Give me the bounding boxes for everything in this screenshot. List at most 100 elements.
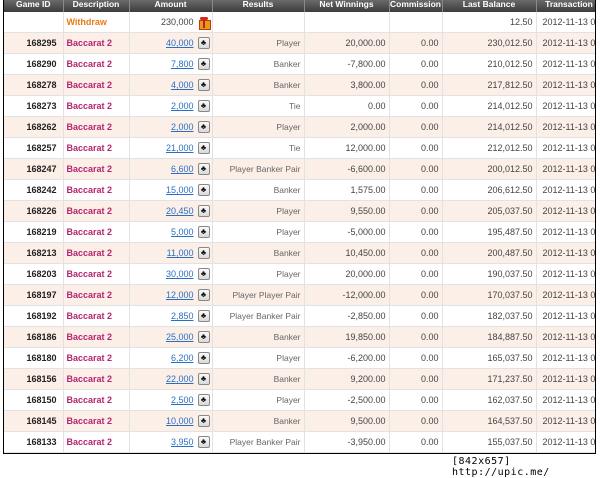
game-id	[4, 12, 64, 33]
amount-link[interactable]: 2,000	[171, 122, 194, 132]
amount-link[interactable]: 5,000	[171, 227, 194, 237]
club-icon[interactable]: ♣	[197, 331, 210, 343]
commission: 0.00	[389, 74, 443, 96]
description: Baccarat 2	[63, 116, 130, 138]
club-icon[interactable]: ♣	[197, 226, 210, 238]
amount-link[interactable]: 20,450	[166, 206, 194, 216]
game-id: 168203	[4, 263, 64, 285]
table-row: Withdraw 230,000 12.502012-11-13 01:58:1	[4, 12, 595, 33]
game-id: 168219	[4, 221, 64, 243]
result: Banker	[212, 53, 305, 75]
amount-link[interactable]: 22,000	[166, 374, 194, 384]
club-icon[interactable]: ♣	[197, 100, 210, 112]
club-icon[interactable]: ♣	[197, 121, 210, 133]
club-icon[interactable]: ♣	[197, 205, 210, 217]
amount-cell: 20,450 ♣	[129, 200, 213, 222]
amount-link[interactable]: 30,000	[166, 269, 194, 279]
net-winnings: -6,200.00	[304, 347, 390, 369]
game-id: 168273	[4, 95, 64, 117]
net-winnings: 12,000.00	[304, 137, 390, 159]
club-icon[interactable]: ♣	[197, 79, 210, 91]
game-id: 168156	[4, 368, 64, 390]
col-last-balance[interactable]: Last Balance	[442, 0, 537, 12]
net-winnings: 9,200.00	[304, 368, 390, 390]
table-row: 168213 Baccarat 2 11,000 ♣ Banker 10,450.00 0.…	[4, 242, 595, 264]
amount-link[interactable]: 25,000	[166, 332, 194, 342]
last-balance: 165,037.50	[442, 347, 537, 369]
amount-link[interactable]: 2,500	[171, 395, 194, 405]
club-icon[interactable]: ♣	[197, 163, 210, 175]
amount-link[interactable]: 11,000	[167, 248, 194, 258]
transaction-time: 2012-11-13 01:03:3	[536, 410, 595, 432]
club-icon[interactable]: ♣	[197, 373, 210, 385]
table-row: 168219 Baccarat 2 5,000 ♣ Player -5,000.00 0.0…	[4, 221, 595, 243]
amount-link[interactable]: 12,000	[166, 290, 194, 300]
transaction-time: 2012-11-13 01:35:2	[536, 74, 595, 96]
amount-cell: 2,500 ♣	[129, 389, 213, 411]
last-balance: 214,012.50	[442, 95, 537, 117]
description: Baccarat 2	[63, 221, 130, 243]
amount-link[interactable]: 21,000	[166, 143, 194, 153]
description: Baccarat 2	[63, 137, 130, 159]
amount-link[interactable]: 2,000	[171, 101, 194, 111]
table-row: 168247 Baccarat 2 6,600 ♣ Player Banker Pair…	[4, 158, 595, 180]
col-description[interactable]: Description	[63, 0, 130, 12]
club-icon[interactable]: ♣	[197, 58, 210, 70]
club-icon[interactable]: ♣	[197, 310, 210, 322]
result: Player	[212, 389, 305, 411]
col-commission[interactable]: Commission	[389, 0, 443, 12]
amount-cell: 15,000 ♣	[129, 179, 213, 201]
amount-link[interactable]: 3,950	[171, 437, 194, 447]
amount-link[interactable]: 15,000	[166, 185, 194, 195]
table-row: 168242 Baccarat 2 15,000 ♣ Banker 1,575.00 0.0…	[4, 179, 595, 201]
club-icon[interactable]: ♣	[197, 37, 210, 49]
result: Banker	[212, 74, 305, 96]
net-winnings: -6,600.00	[304, 158, 390, 180]
last-balance: 164,537.50	[442, 410, 537, 432]
club-icon[interactable]: ♣	[197, 184, 210, 196]
amount-link[interactable]: 6,200	[171, 353, 194, 363]
game-id: 168150	[4, 389, 64, 411]
club-icon[interactable]: ♣	[197, 394, 210, 406]
col-results[interactable]: Results	[212, 0, 305, 12]
amount-cell: 21,000 ♣	[129, 137, 213, 159]
amount-link[interactable]: 4,000	[171, 80, 194, 90]
col-amount[interactable]: Amount	[129, 0, 213, 12]
net-winnings: 20,000.00	[304, 263, 390, 285]
commission: 0.00	[389, 221, 443, 243]
club-icon[interactable]: ♣	[197, 352, 210, 364]
net-winnings: -12,000.00	[304, 284, 390, 306]
amount-link[interactable]: 10,000	[166, 416, 194, 426]
result: Player	[212, 263, 305, 285]
last-balance: 217,812.50	[442, 74, 537, 96]
amount-link[interactable]: 6,600	[171, 164, 194, 174]
club-icon[interactable]: ♣	[197, 268, 210, 280]
amount-cell: 40,000 ♣	[129, 32, 213, 54]
net-winnings: 20,000.00	[304, 32, 390, 54]
last-balance: 200,487.50	[442, 242, 537, 264]
club-icon[interactable]: ♣	[197, 142, 210, 154]
commission: 0.00	[389, 242, 443, 264]
description: Baccarat 2	[63, 410, 130, 432]
result: Tie	[212, 137, 305, 159]
table-row: 168262 Baccarat 2 2,000 ♣ Player 2,000.00 0.00…	[4, 116, 595, 138]
net-winnings: 0.00	[304, 95, 390, 117]
club-icon[interactable]: ♣	[197, 247, 210, 259]
amount-link[interactable]: 2,850	[171, 311, 194, 321]
net-winnings: -5,000.00	[304, 221, 390, 243]
amount-link[interactable]: 7,800	[171, 59, 194, 69]
table-row: 168197 Baccarat 2 12,000 ♣ Player Player Pai…	[4, 284, 595, 306]
col-transaction-time[interactable]: Transaction Time	[536, 0, 595, 12]
gift-icon[interactable]	[198, 16, 211, 30]
col-net-winnings[interactable]: Net Winnings	[304, 0, 390, 12]
amount-link[interactable]: 40,000	[166, 38, 194, 48]
club-icon[interactable]: ♣	[197, 415, 210, 427]
col-game-id[interactable]: Game ID	[4, 0, 64, 12]
club-icon[interactable]: ♣	[197, 436, 210, 448]
club-icon[interactable]: ♣	[197, 289, 210, 301]
game-id: 168197	[4, 284, 64, 306]
last-balance: 190,037.50	[442, 263, 537, 285]
last-balance: 210,012.50	[442, 53, 537, 75]
commission: 0.00	[389, 368, 443, 390]
transaction-time: 2012-11-13 01:15:0	[536, 305, 595, 327]
